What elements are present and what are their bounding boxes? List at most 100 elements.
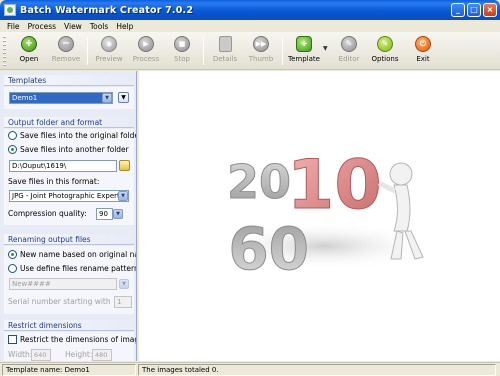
- height-label: Height:: [65, 350, 92, 359]
- open-label: Open: [19, 55, 39, 63]
- editor-button[interactable]: ✎ Editor: [330, 35, 368, 69]
- template-dropdown-arrow-icon[interactable]: ▼: [323, 45, 328, 52]
- remove-label: Remove: [51, 55, 81, 63]
- digits-top-text: 20: [227, 155, 291, 209]
- digits-bottom-group: 09: [228, 213, 310, 282]
- output-section: Save files into the original folder Save…: [4, 129, 137, 225]
- template-select[interactable]: Demo1: [9, 92, 113, 104]
- add-icon: +: [21, 36, 37, 52]
- serial-label: Serial number starting with: [8, 297, 111, 306]
- minimize-button[interactable]: _: [451, 3, 465, 17]
- rename-pattern-arrow-icon[interactable]: ▼: [119, 279, 129, 289]
- toolbar-separator: [203, 37, 204, 65]
- rename-pattern-input[interactable]: New####: [9, 278, 117, 290]
- width-label-text: Width:: [8, 350, 33, 359]
- renaming-header: Renaming output files: [4, 234, 134, 245]
- serial-label-text: Serial number starting with: [8, 297, 111, 306]
- camera-icon: ◉: [101, 36, 117, 52]
- restrict-section: Restrict the dimensions of image Width: …: [4, 332, 137, 361]
- stop-label: Stop: [174, 55, 190, 63]
- format-select[interactable]: JPG - Joint Photographic Experts: [9, 190, 129, 202]
- width-input[interactable]: 640: [31, 349, 51, 361]
- status-message: The images totaled 0.: [138, 363, 496, 376]
- opt-rename-pattern[interactable]: Use define files rename pattern: [8, 264, 137, 273]
- output-folder-input[interactable]: D:\Ouput\1619\: [9, 160, 117, 172]
- restrict-header: Restrict dimensions: [4, 320, 134, 331]
- digits-bottom-text: 09: [228, 213, 309, 281]
- opt-original-folder[interactable]: Save files into the original folder: [8, 131, 137, 140]
- document-icon: [218, 36, 232, 52]
- opt-original-name-label: New name based on original name: [20, 250, 136, 259]
- process-label: Process: [132, 55, 160, 63]
- radio-original-folder[interactable]: [8, 131, 17, 140]
- thumb-button[interactable]: ▶▶ Thumb: [242, 35, 280, 69]
- options-button[interactable]: ✎ Options: [366, 35, 404, 69]
- toolbar-separator: [282, 37, 283, 65]
- maximize-button[interactable]: □: [467, 3, 481, 17]
- title-bar: Batch Watermark Creator 7.0.2 _ □ ×: [0, 0, 500, 20]
- status-bar: Template name: Demo1 The images totaled …: [0, 362, 500, 376]
- details-button[interactable]: Details: [206, 35, 244, 69]
- close-button[interactable]: ×: [483, 3, 497, 17]
- menu-bar: File Process View Tools Help: [0, 20, 500, 32]
- stop-button[interactable]: ■ Stop: [163, 35, 201, 69]
- folder-browse-icon[interactable]: [119, 160, 130, 171]
- options-label: Options: [371, 55, 399, 63]
- template-menu-button[interactable]: ▼: [118, 92, 129, 103]
- format-select-arrow-icon[interactable]: ▼: [118, 191, 128, 201]
- preview-artwork: 20 10 09: [214, 146, 434, 282]
- menu-tools[interactable]: Tools: [86, 22, 112, 31]
- quality-input[interactable]: 90: [96, 208, 113, 220]
- radio-original-name[interactable]: [8, 250, 17, 259]
- window-title: Batch Watermark Creator 7.0.2: [20, 4, 194, 16]
- status-template-name: Template name: Demo1: [2, 363, 136, 376]
- opt-rename-pattern-label: Use define files rename pattern: [20, 264, 137, 273]
- opt-original-name[interactable]: New name based on original name: [8, 250, 136, 259]
- template-label: Template: [288, 55, 320, 63]
- quality-label-text: Compression quality:: [8, 209, 87, 218]
- templates-section: Demo1 ▼ ▼: [4, 87, 134, 109]
- exit-label: Exit: [416, 55, 430, 63]
- editor-label: Editor: [338, 55, 360, 63]
- templates-header: Templates: [4, 75, 134, 86]
- restrict-checkbox-row[interactable]: Restrict the dimensions of image: [8, 335, 137, 344]
- toolbar-grip[interactable]: [3, 36, 6, 66]
- opt-original-folder-label: Save files into the original folder: [20, 131, 137, 140]
- radio-another-folder[interactable]: [8, 145, 17, 154]
- toolbar: + Open − Remove ◉ Preview ▶ Process ■ St…: [0, 32, 500, 70]
- quality-select-arrow-icon[interactable]: ▼: [113, 209, 123, 219]
- menu-process[interactable]: Process: [24, 22, 60, 31]
- restrict-checkbox[interactable]: [8, 335, 17, 344]
- menu-file[interactable]: File: [3, 22, 24, 31]
- stop-icon: ■: [174, 36, 190, 52]
- details-label: Details: [212, 55, 238, 63]
- preview-canvas[interactable]: 20 10 09: [139, 71, 500, 361]
- radio-rename-pattern[interactable]: [8, 264, 17, 273]
- height-label-text: Height:: [65, 350, 93, 359]
- remove-button[interactable]: − Remove: [47, 35, 85, 69]
- wrench-icon: ✎: [377, 36, 393, 52]
- app-icon: [4, 4, 16, 16]
- process-button[interactable]: ▶ Process: [127, 35, 165, 69]
- format-label-text: Save files in this format:: [8, 177, 100, 186]
- power-icon: ⏻: [415, 36, 431, 52]
- serial-input[interactable]: 1: [114, 296, 132, 308]
- template-select-arrow-icon[interactable]: ▼: [102, 93, 112, 103]
- exit-button[interactable]: ⏻ Exit: [404, 35, 442, 69]
- menu-help[interactable]: Help: [112, 22, 137, 31]
- opt-another-folder-label: Save files into another folder: [20, 145, 129, 154]
- preview-label: Preview: [95, 55, 123, 63]
- toolbar-separator: [87, 37, 88, 65]
- figure-body: [393, 184, 411, 232]
- template-button[interactable]: ✚ Template: [285, 35, 323, 69]
- preview-button[interactable]: ◉ Preview: [90, 35, 128, 69]
- open-button[interactable]: + Open: [10, 35, 48, 69]
- menu-view[interactable]: View: [60, 22, 86, 31]
- fast-forward-icon: ▶▶: [253, 36, 269, 52]
- height-input[interactable]: 480: [92, 349, 112, 361]
- restrict-checkbox-label: Restrict the dimensions of image: [20, 335, 137, 344]
- opt-another-folder[interactable]: Save files into another folder: [8, 145, 129, 154]
- figure-head: [389, 162, 413, 186]
- minus-icon: −: [58, 36, 74, 52]
- output-header: Output folder and format: [4, 117, 134, 128]
